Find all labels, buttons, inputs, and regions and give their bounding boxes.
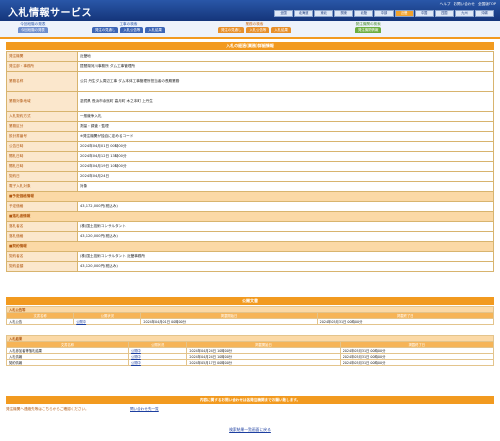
field-label: 入札契約方式: [6, 111, 78, 122]
subsection-heading: ■契約情報: [6, 241, 494, 252]
region-tab[interactable]: 北海道: [294, 10, 314, 17]
end-date: 2024年05月31日 00時00分: [339, 359, 495, 366]
search-navigation: 今回段階の発表 今回段階の発表 工事の検索 発注の見通し 入札公告等 入札結果 …: [0, 21, 500, 37]
announcement-tab[interactable]: 今回段階の発表: [18, 27, 48, 33]
table-row: 契約情報 公開中 2024年05月17日 00時00分 2024年05月31日 …: [6, 359, 495, 366]
table-row: 入札公告 公開中 2024年04月01日 00時00分 2024年05月31日 …: [5, 318, 495, 325]
service-outlook-tab[interactable]: 発注の見通し: [218, 27, 245, 33]
field-value: 測量・調査・監理: [77, 121, 494, 132]
field-label: 開札日時: [6, 151, 78, 162]
field-value: 2024年04月12日 13時00分: [77, 151, 494, 162]
region-tab[interactable]: 九州: [454, 10, 474, 17]
status-link[interactable]: 公開中: [127, 359, 188, 366]
region-tab-selected[interactable]: 近畿: [394, 10, 414, 17]
service-search-group: 業務の検索 発注の見通し 入札公告等 入札結果: [218, 21, 291, 33]
end-date: 2024年05月31日 00時00分: [316, 318, 495, 325]
region-tab[interactable]: 中国: [414, 10, 434, 17]
region-tabs: 全国 北海道 東北 関東 北陸 中部 近畿 中国 四国 九州 沖縄: [274, 10, 494, 17]
construction-notice-tab[interactable]: 入札公告等: [120, 27, 144, 33]
field-value: 一般競争入札: [77, 111, 494, 122]
region-tab[interactable]: 北陸: [354, 10, 374, 17]
construction-outlook-tab[interactable]: 発注の見通し: [92, 27, 119, 33]
field-value: 2024年04月24日: [77, 171, 494, 182]
start-date: 2024年04月01日 00時00分: [140, 318, 318, 325]
field-label: 開札日時: [6, 161, 78, 172]
field-value: (株)国土技術コンサルタント 近畿事務所: [77, 251, 494, 262]
field-label: 発注部・事務所: [6, 61, 78, 72]
service-notice-tab[interactable]: 入札公告等: [246, 27, 270, 33]
site-header: 入札情報サービス ヘルプ お問い合わせ 全国版TOP 全国 北海道 東北 関東 …: [0, 0, 500, 21]
status-link[interactable]: 公開中: [73, 318, 142, 325]
field-label: 業務名称: [6, 71, 78, 92]
site-logo[interactable]: 入札情報サービス: [8, 4, 92, 19]
subsection-heading: ■予定価格情報: [6, 191, 494, 202]
subsection-heading: ■落札者情報: [6, 211, 494, 222]
construction-result-tab[interactable]: 入札結果: [145, 27, 165, 33]
contact-link[interactable]: お問い合わせ: [453, 2, 475, 7]
contact-notice: 内容に関するお問い合わせは各発注機関までお願い致します。: [6, 396, 494, 404]
document-name: 入札公告: [5, 318, 75, 325]
field-label: 契約金額: [6, 261, 78, 272]
contact-row: 発注機関へ連絡先等はこちらからご確認ください。 問い合わせ先一覧: [6, 406, 494, 412]
start-date: 2024年05月17日 00時00分: [186, 359, 341, 366]
region-tab[interactable]: 東北: [314, 10, 334, 17]
field-label: 落札価格: [6, 231, 78, 242]
field-value: 2024年04月01日 00時00分: [77, 141, 494, 152]
field-label: 業務区分: [6, 121, 78, 132]
field-value: 2024年04月19日 10時00分: [77, 161, 494, 172]
field-value: 公共 丹生ダム周辺工事 ダム本体工事管理所担当者の長期業務: [77, 71, 494, 92]
region-tab[interactable]: 中部: [374, 10, 394, 17]
field-label: 設計書番号: [6, 131, 78, 142]
help-link[interactable]: ヘルプ: [440, 2, 451, 7]
region-tab[interactable]: 四国: [434, 10, 454, 17]
region-tab[interactable]: 全国: [274, 10, 294, 17]
field-label: 公告日時: [6, 141, 78, 152]
notice-files-table: 入札公告等 文書名称 公開状況 掲載開始日 掲載終了日 入札公告 公開中 202…: [5, 306, 495, 325]
back-to-results-link[interactable]: 検索結果一覧画面に戻る: [0, 427, 500, 433]
construction-search-group: 工事の検索 発注の見通し 入札公告等 入札結果: [92, 21, 165, 33]
field-value: ※発注機関が独自に定めるコード: [77, 131, 494, 142]
announcement-group: 今回段階の発表 今回段階の発表: [18, 21, 48, 33]
field-value: 43,172,000円(税込み): [77, 201, 494, 212]
document-name: 契約情報: [6, 359, 129, 366]
result-files-table: 入札結果 文書名称 公開状況 掲載開始日 掲載終了日 入札参加者等落札結果 公開…: [6, 335, 495, 366]
national-top-link[interactable]: 全国版TOP: [478, 2, 496, 7]
region-tab[interactable]: 沖縄: [474, 10, 494, 17]
field-value: (株)国土技術コンサルタント: [77, 221, 494, 232]
region-tab[interactable]: 関東: [334, 10, 354, 17]
contact-list-link[interactable]: 問い合わせ先一覧: [130, 407, 159, 412]
field-label: 落札者名: [6, 221, 78, 232]
field-label: 予定価格: [6, 201, 78, 212]
field-label: 発注機関: [6, 51, 78, 62]
field-label: 契約日: [6, 171, 78, 182]
contact-text: 発注機関へ連絡先等はこちらからご確認ください。: [6, 406, 89, 411]
detail-title: 入札の経過(業務)詳細情報: [6, 42, 494, 50]
field-value: 43,120,000円(税込み): [77, 261, 494, 272]
agency-search-group: 発注機関の検索 発注機関情報: [355, 21, 382, 33]
files-title: 公開文書: [6, 297, 494, 305]
field-value: 滋賀県 長浜市余呉町 高月町 木之本町 上丹生: [77, 91, 494, 112]
field-label: 業務対象地域: [6, 91, 78, 112]
field-value: 近畿地: [77, 51, 494, 62]
detail-table: 発注機関 近畿地 発注部・事務所 琵琶湖河川事務所 ダム工事管理所 業務名称 公共 丹…: [6, 51, 494, 272]
field-label: 契約者名: [6, 251, 78, 262]
agency-info-tab[interactable]: 発注機関情報: [355, 27, 382, 33]
top-links: ヘルプ お問い合わせ 全国版TOP: [440, 2, 496, 7]
field-label: 電子入札対象: [6, 181, 78, 192]
field-value: 43,120,000円(税込み): [77, 231, 494, 242]
field-value: 琵琶湖河川事務所 ダム工事管理所: [77, 61, 494, 72]
divider: [0, 37, 500, 39]
field-value: 対象: [77, 181, 494, 192]
service-result-tab[interactable]: 入札結果: [271, 27, 291, 33]
